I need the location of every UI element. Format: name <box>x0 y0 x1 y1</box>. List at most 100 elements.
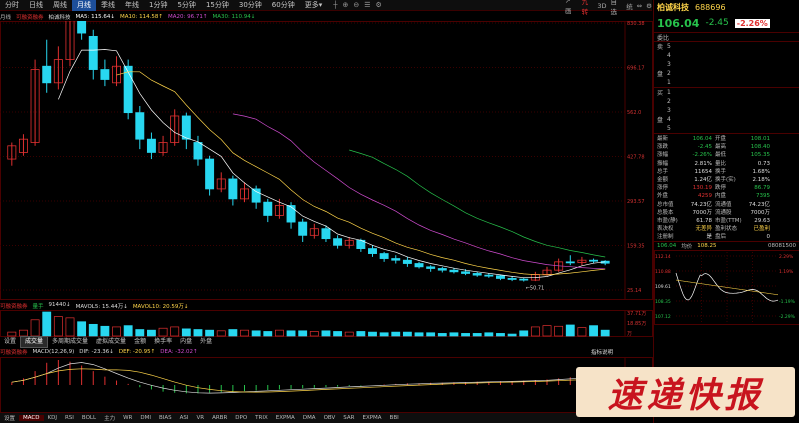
indicator-tab[interactable]: 设置 <box>0 414 19 422</box>
indicator-tab[interactable]: BOLL <box>78 415 100 421</box>
pct-change: -2.26% <box>734 18 770 28</box>
candle-body <box>100 69 110 80</box>
indicator-tab[interactable]: BIAS <box>155 415 176 421</box>
chart-tool-icon[interactable]: ☰ <box>364 1 370 9</box>
period-tab[interactable]: 1分钟 <box>144 0 172 11</box>
indicator-tab[interactable]: ARBR <box>208 415 231 421</box>
candle-body <box>333 238 343 246</box>
indicator-tab[interactable]: OBV <box>320 415 340 421</box>
toolbar-right-item[interactable]: 统 <box>626 1 633 11</box>
volume-subtab[interactable]: 外盘 <box>196 337 216 347</box>
legend-item: MACD(12,26,9) <box>32 348 75 355</box>
field-label: 涨跌 <box>657 144 669 151</box>
volume-subtab[interactable]: 设置 <box>0 337 20 347</box>
period-tab[interactable]: 日线 <box>24 0 48 11</box>
indicator-tab[interactable]: VR <box>193 415 209 421</box>
period-tab[interactable]: 60分钟 <box>267 0 300 11</box>
field-label: 盘后 <box>715 234 727 241</box>
field-label: 量比 <box>715 160 727 167</box>
book-row[interactable]: 盘2 <box>654 69 799 78</box>
volume-subtab[interactable]: 换手率 <box>150 337 176 347</box>
order-ratio: 委比 <box>654 32 799 42</box>
field-value: 74.23亿 <box>748 201 770 208</box>
indicator-tab[interactable]: WR <box>119 415 136 421</box>
volume-subtab[interactable]: 多周期成交量 <box>48 337 92 347</box>
quote-panel: 柏诚科技 688696 106.04 -2.45 -2.26% 委比 卖543盘… <box>653 0 799 423</box>
period-tab[interactable]: 季线 <box>96 0 120 11</box>
indicator-tab[interactable]: 主力 <box>100 414 119 422</box>
macd-legend-values: MACD(12,26,9) DIF: -23.36↓ DEF: -20.95↑ DEA… <box>33 349 198 355</box>
indicator-tabs: 设置 MACD KDJ RSI BOLL 主力 WR DMI BIAS ASI VR ARBR DPO T… <box>0 413 580 423</box>
legend-item: MA10: 114.58↑ <box>120 13 163 20</box>
book-level: 3 <box>667 61 671 68</box>
field-label: 外盘 <box>657 193 669 200</box>
candle-body <box>449 269 459 273</box>
indicator-help-link[interactable]: 指标说明 <box>591 348 613 356</box>
chart-tool-icon[interactable]: ⊖ <box>353 1 359 9</box>
legend-item: MA30: 110.94↓ <box>212 13 256 20</box>
indicator-tab[interactable]: MACD <box>19 415 44 421</box>
chart-tool-icon[interactable]: ⊕ <box>342 1 348 9</box>
indicator-tab[interactable]: DPO <box>231 415 251 421</box>
field-label: 市盈(TTM) <box>715 217 742 224</box>
indicator-tab[interactable]: ASI <box>176 415 193 421</box>
book-row[interactable]: 卖5 <box>654 42 799 51</box>
period-tab[interactable]: 更多▾ <box>300 0 328 11</box>
volume-subtab[interactable]: 内盘 <box>176 337 196 347</box>
indicator-tab[interactable]: BBI <box>386 415 403 421</box>
volume-bar <box>147 329 156 337</box>
indicator-tab[interactable]: SAR <box>339 415 358 421</box>
indicator-tab[interactable]: DMI <box>136 415 155 421</box>
candlestick-chart[interactable]: 830.38 696.17 562.0 427.78 293.57 159.35 25.14… <box>0 21 653 300</box>
book-row[interactable]: 3 <box>654 106 799 115</box>
field-value: 7000万 <box>750 209 771 216</box>
book-row[interactable]: 5 <box>654 124 799 133</box>
book-row[interactable]: 买1 <box>654 88 799 97</box>
book-row[interactable]: 3 <box>654 60 799 69</box>
toolbar-right-item[interactable]: 3D <box>597 2 606 10</box>
volume-bar <box>53 316 63 337</box>
chart-tool-icon[interactable]: ┼ <box>333 1 337 9</box>
indicator-tab[interactable]: DMA <box>299 415 320 421</box>
indicator-tab[interactable]: KDJ <box>44 415 61 421</box>
period-tab[interactable]: 周线 <box>48 0 72 11</box>
book-level: 4 <box>667 116 671 123</box>
volume-subtab[interactable]: 虚拟成交量 <box>92 337 130 347</box>
period-toolbar: 分时 日线 周线 月线 季线 年线 1分钟 5分钟 15分钟 30分钟 60分钟 更多▾ ┼ ⊕ ⊖ ☰ ⚙ <box>0 0 652 11</box>
indicator-tab[interactable]: TRIX <box>251 415 272 421</box>
period-tab[interactable]: 年线 <box>120 0 144 11</box>
period-tab[interactable]: 分时 <box>0 0 24 11</box>
indicator-tab[interactable]: EXPMA <box>272 415 299 421</box>
volume-chart[interactable]: 37.71万 18.85万万 <box>0 310 653 337</box>
volume-bar <box>426 332 436 337</box>
toolbar-right-item[interactable]: ⇔ <box>637 2 642 10</box>
toolbar-right-item[interactable]: ⚙ <box>646 2 652 10</box>
ytick-label: 696.17 <box>627 66 645 72</box>
field-label: 涨幅 <box>657 152 669 159</box>
volume-bar <box>565 324 575 337</box>
book-level: 1 <box>667 79 671 86</box>
period-tab[interactable]: 月线 <box>72 0 96 11</box>
chart-tool-icon[interactable]: ⚙ <box>375 1 381 9</box>
macd-chart[interactable] <box>0 357 653 413</box>
volume-bar <box>193 329 203 337</box>
book-row[interactable]: 4 <box>654 51 799 60</box>
book-row[interactable]: 1 <box>654 78 799 87</box>
period-tab[interactable]: 5分钟 <box>172 0 200 11</box>
intraday-chart[interactable]: 112.14 2.29% 110.88 1.19% 109.61 108.35 -1.19%… <box>654 250 799 326</box>
book-row[interactable]: 2 <box>654 97 799 106</box>
period-tab[interactable]: 15分钟 <box>201 0 234 11</box>
indicator-tab[interactable]: RSI <box>61 415 78 421</box>
field-label: 跌停 <box>715 185 727 192</box>
field-value: 61.78 <box>696 217 712 224</box>
candle-body <box>368 248 377 254</box>
book-row[interactable]: 盘4 <box>654 115 799 124</box>
period-tab[interactable]: 30分钟 <box>234 0 267 11</box>
field-value: 已盈利 <box>753 226 770 233</box>
quote-fields: 最新 106.04 开盘 108.01 涨跌 -2.45 最高 108.40 涨幅 -2.26% 最… <box>654 133 799 241</box>
indicator-tab[interactable]: EXPMA <box>358 415 385 421</box>
volume-bar <box>112 326 121 337</box>
volume-subtab[interactable]: 金额 <box>130 337 150 347</box>
volume-bar <box>170 326 180 337</box>
field-label: 总市值 <box>657 201 674 208</box>
